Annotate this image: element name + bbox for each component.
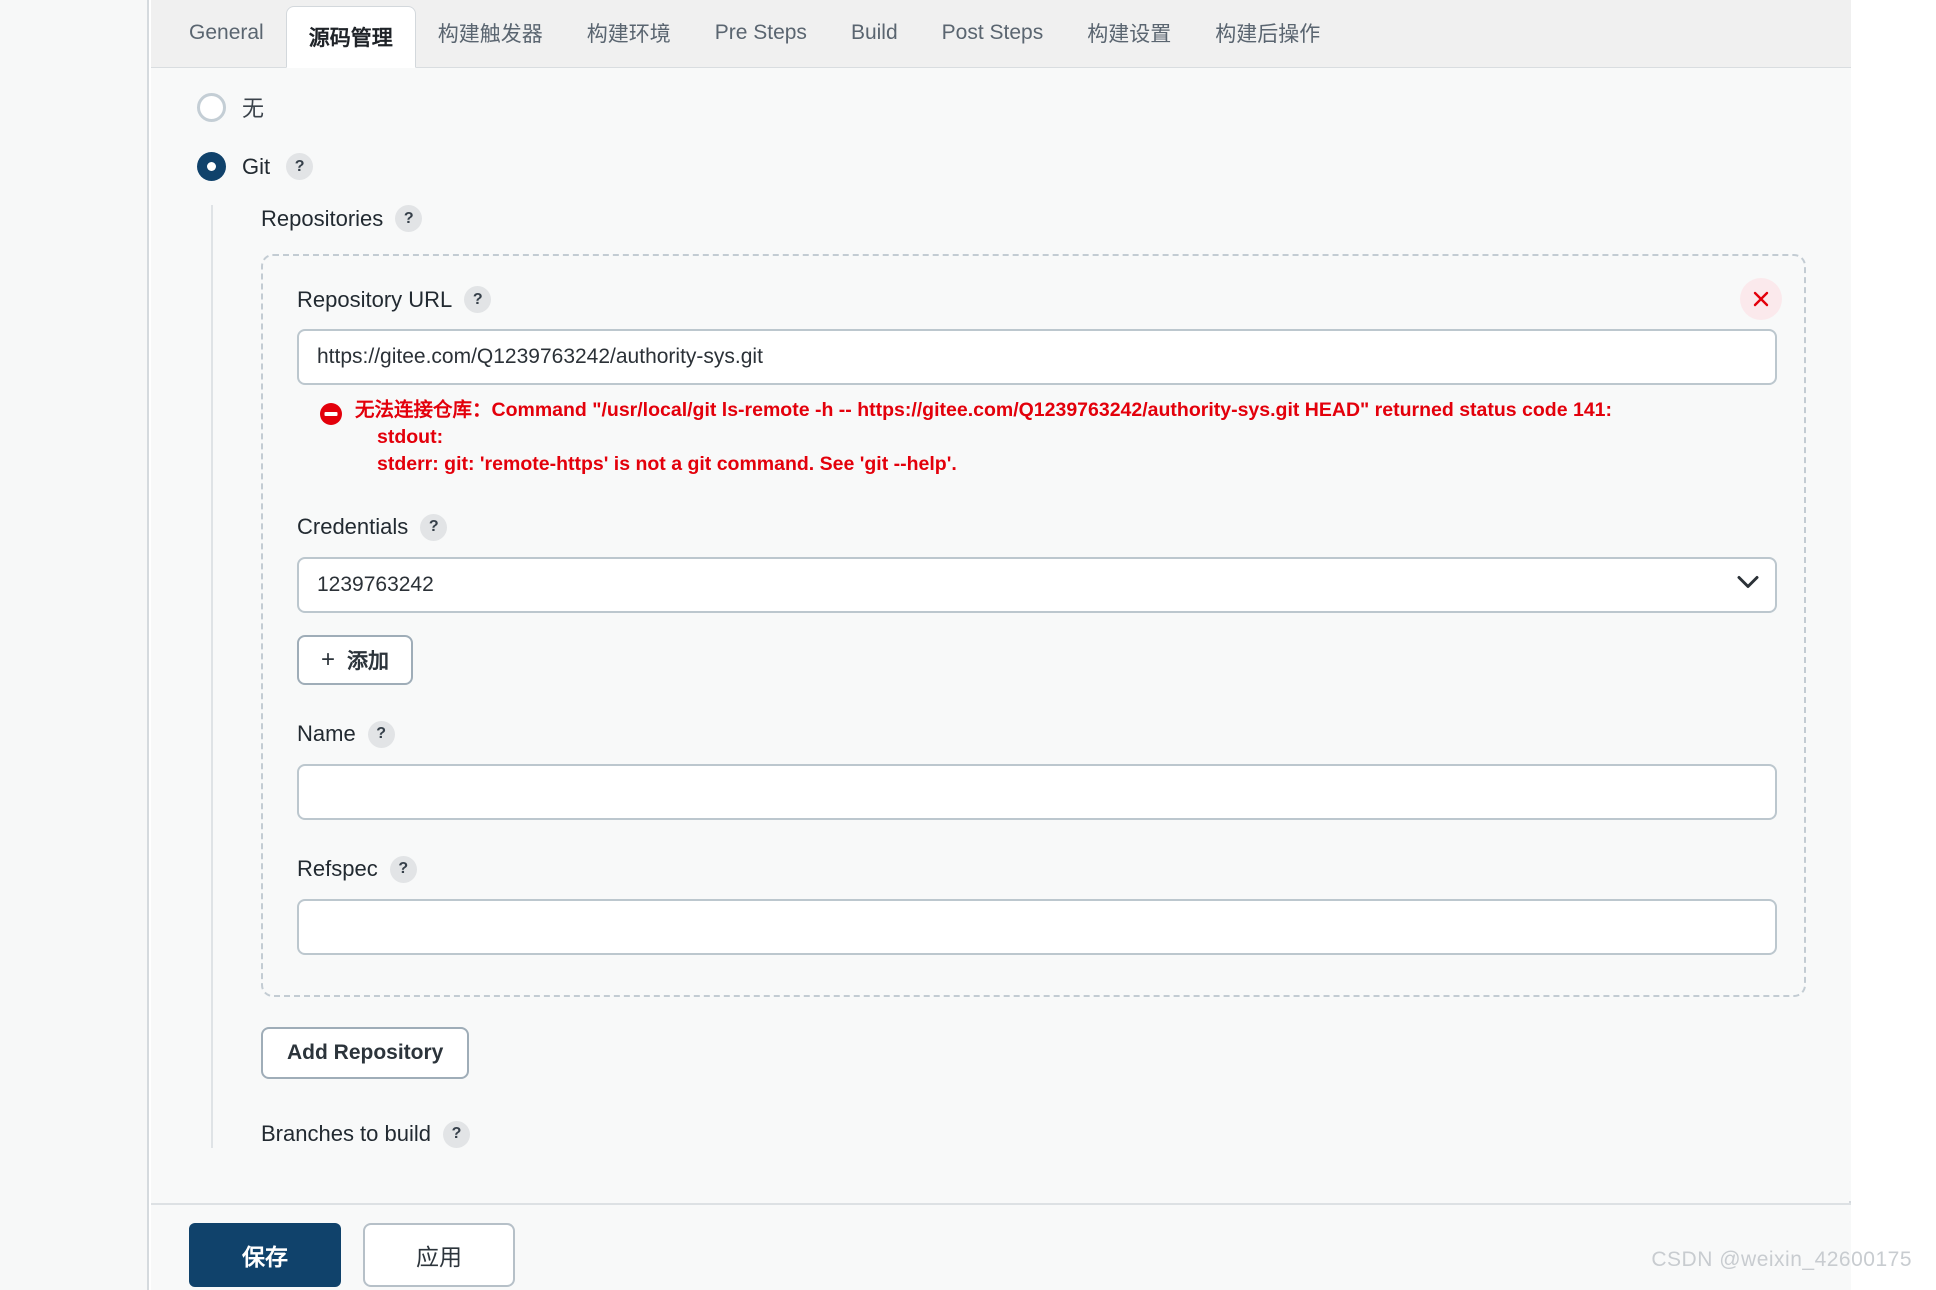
tab-build-settings[interactable]: 构建设置 — [1065, 0, 1193, 67]
credentials-label: Credentials — [297, 514, 408, 540]
name-label-row: Name ? — [297, 721, 1770, 748]
radio-git[interactable] — [197, 152, 226, 181]
branches-to-build-label-row: Branches to build ? — [261, 1121, 1851, 1148]
scm-option-git[interactable]: Git ? — [197, 152, 1851, 181]
repositories-label: Repositories — [261, 206, 383, 232]
error-icon — [319, 402, 343, 478]
error-line-1: 无法连接仓库：Command "/usr/local/git ls-remote… — [355, 399, 1612, 421]
help-icon-git[interactable]: ? — [286, 153, 313, 180]
help-icon-name[interactable]: ? — [368, 721, 395, 748]
tab-post-build-actions[interactable]: 构建后操作 — [1193, 0, 1342, 67]
tab-pre-steps[interactable]: Pre Steps — [693, 0, 829, 67]
refspec-label: Refspec — [297, 856, 378, 882]
repositories-label-row: Repositories ? — [261, 205, 1851, 232]
close-icon — [1751, 289, 1771, 309]
name-label: Name — [297, 721, 356, 747]
error-line-3: stderr: git: 'remote-https' is not a git… — [355, 451, 1612, 478]
git-settings-section: Repositories ? Repository URL ? — [211, 205, 1851, 1148]
name-input[interactable] — [297, 764, 1777, 820]
plus-icon: + — [321, 646, 335, 674]
scm-option-none[interactable]: 无 — [197, 91, 1851, 123]
credentials-select-wrap: 1239763242 — [297, 557, 1777, 613]
watermark: CSDN @weixin_42600175 — [1651, 1248, 1912, 1272]
repository-url-label-row: Repository URL ? — [297, 286, 1770, 313]
error-message: 无法连接仓库：Command "/usr/local/git ls-remote… — [355, 397, 1612, 478]
repository-url-error: 无法连接仓库：Command "/usr/local/git ls-remote… — [319, 397, 1770, 478]
tab-general[interactable]: General — [167, 0, 286, 67]
scm-config-content: 无 Git ? Repositories ? — [151, 68, 1851, 1201]
radio-none[interactable] — [197, 93, 226, 122]
tab-build[interactable]: Build — [829, 0, 920, 67]
radio-git-label: Git — [242, 154, 270, 180]
refspec-label-row: Refspec ? — [297, 856, 1770, 883]
branches-to-build-label: Branches to build — [261, 1121, 431, 1147]
tab-build-environment[interactable]: 构建环境 — [565, 0, 693, 67]
config-tabbar: General 源码管理 构建触发器 构建环境 Pre Steps Build … — [151, 0, 1851, 68]
apply-button[interactable]: 应用 — [363, 1223, 515, 1287]
credentials-label-row: Credentials ? — [297, 514, 1770, 541]
repository-url-label: Repository URL — [297, 287, 452, 313]
add-credentials-label: 添加 — [347, 645, 389, 675]
form-action-bar: 保存 应用 — [151, 1203, 1851, 1290]
repository-url-input[interactable] — [297, 329, 1777, 385]
help-icon-credentials[interactable]: ? — [420, 514, 447, 541]
help-icon-repositories[interactable]: ? — [395, 205, 422, 232]
right-margin — [1853, 0, 1936, 1290]
tab-source-code-management[interactable]: 源码管理 — [286, 6, 416, 68]
credentials-select[interactable]: 1239763242 — [297, 557, 1777, 613]
refspec-input[interactable] — [297, 899, 1777, 955]
left-gutter — [0, 0, 149, 1290]
tab-post-steps[interactable]: Post Steps — [920, 0, 1066, 67]
delete-repository-button[interactable] — [1740, 278, 1782, 320]
help-icon-repository-url[interactable]: ? — [464, 286, 491, 313]
repository-block: Repository URL ? 无法连接仓库：Command "/usr/lo… — [261, 254, 1806, 997]
tab-build-triggers[interactable]: 构建触发器 — [416, 0, 565, 67]
radio-none-label: 无 — [242, 91, 264, 123]
help-icon-branches[interactable]: ? — [443, 1121, 470, 1148]
help-icon-refspec[interactable]: ? — [390, 856, 417, 883]
add-credentials-button[interactable]: + 添加 — [297, 635, 413, 685]
error-line-2: stdout: — [355, 424, 1612, 451]
add-repository-button[interactable]: Add Repository — [261, 1027, 469, 1079]
save-button[interactable]: 保存 — [189, 1223, 341, 1287]
jenkins-job-config-page: General 源码管理 构建触发器 构建环境 Pre Steps Build … — [0, 0, 1936, 1290]
